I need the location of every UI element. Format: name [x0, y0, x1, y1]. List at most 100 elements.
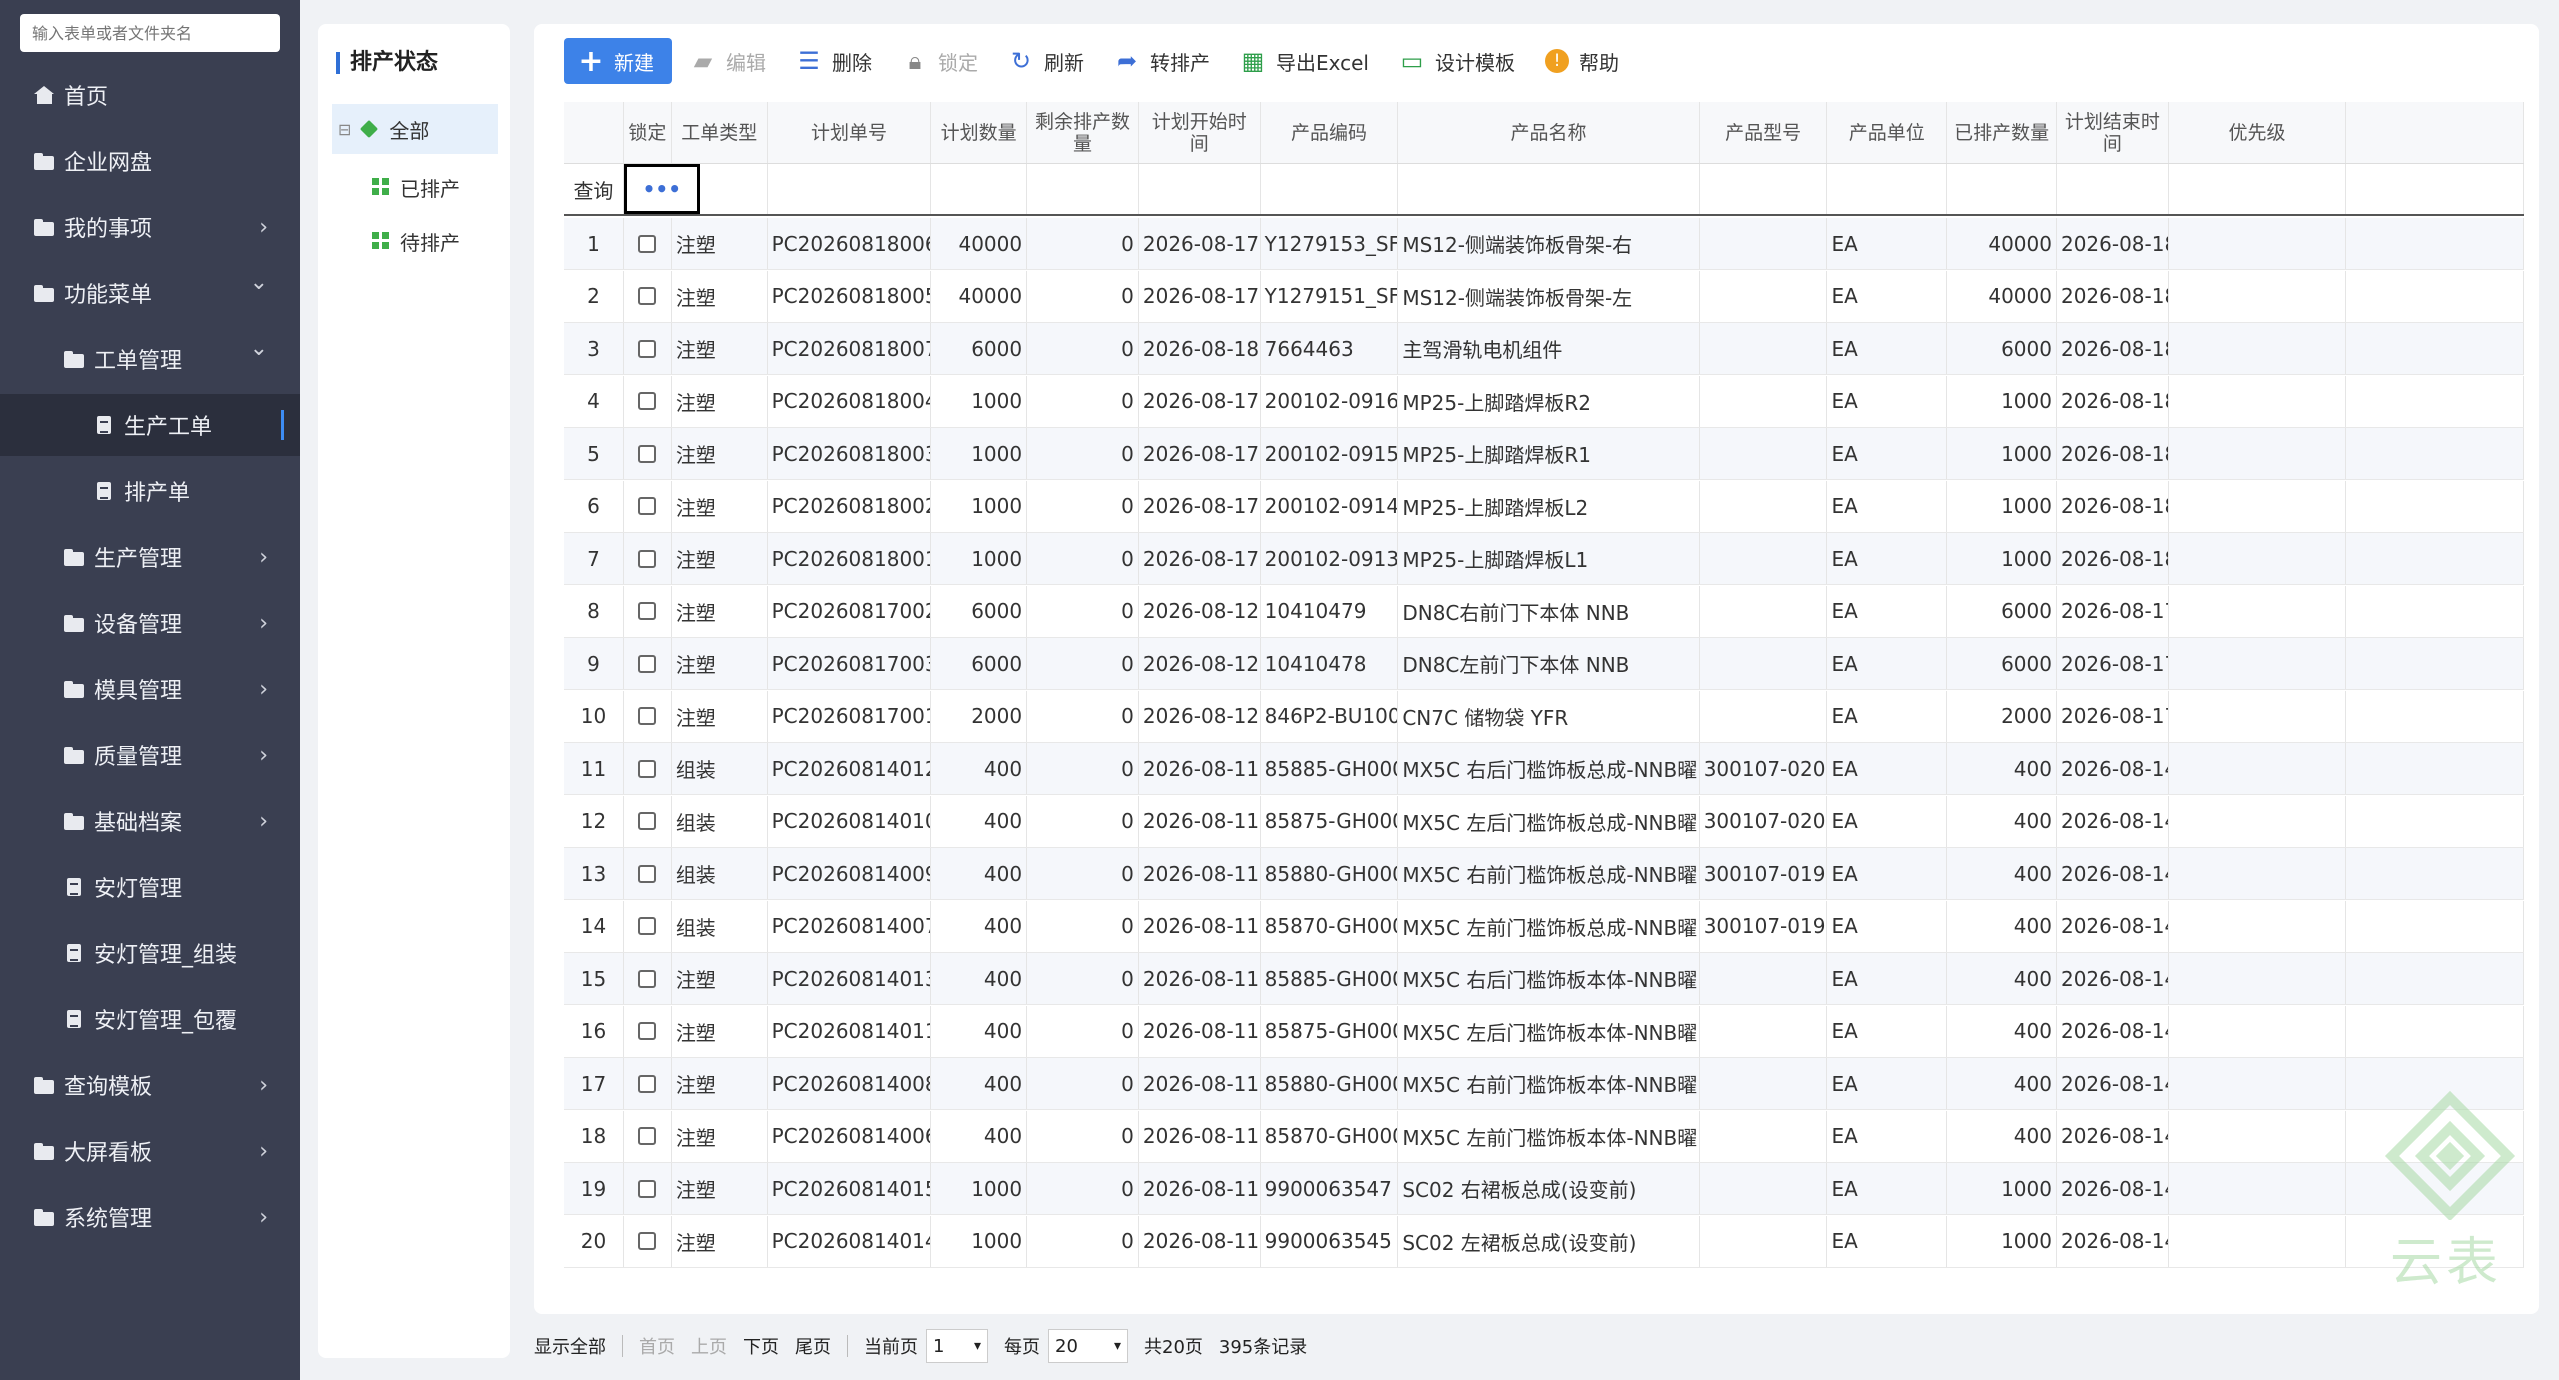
sidebar-item[interactable]: 安灯管理 [0, 856, 300, 918]
sidebar-search-input[interactable] [20, 14, 280, 52]
sidebar-item[interactable]: 设备管理 › [0, 592, 300, 654]
lock-checkbox[interactable] [638, 1022, 657, 1040]
refresh-button[interactable]: ↻ 刷新 [1008, 38, 1084, 84]
prev-page-link[interactable]: 上页 [691, 1333, 727, 1359]
lock-cell[interactable] [624, 585, 672, 637]
lock-button[interactable]: 🔒︎ 锁定 [902, 38, 978, 84]
lock-checkbox[interactable] [638, 707, 657, 725]
lock-cell[interactable] [624, 638, 672, 689]
lock-cell[interactable] [624, 1163, 672, 1214]
lock-checkbox[interactable] [638, 549, 657, 568]
query-filter-cell[interactable] [2057, 164, 2169, 214]
table-row[interactable]: 16 注塑 PC20260814011 400 0 2026-08-11 85875-GH0… [564, 1005, 2524, 1058]
query-filter-selector[interactable]: ••• [623, 164, 700, 214]
lock-cell[interactable] [624, 795, 672, 847]
lock-checkbox[interactable] [638, 1232, 657, 1250]
lock-cell[interactable] [624, 428, 672, 479]
edit-button[interactable]: ▰ 编辑 [690, 38, 766, 84]
table-row[interactable]: 18 注塑 PC20260814006 400 0 2026-08-11 85870-GH0… [564, 1110, 2524, 1163]
column-header[interactable]: 计划数量 [931, 102, 1028, 163]
query-filter-cell[interactable] [931, 164, 1028, 214]
table-row[interactable]: 13 组装 PC20260814009 400 0 2026-08-11 85880-GH0… [564, 848, 2524, 900]
export-excel-button[interactable]: ▦ 导出Excel [1240, 38, 1369, 84]
lock-checkbox[interactable] [638, 917, 657, 935]
table-row[interactable]: 1 注塑 PC20260818006 40000 0 2026-08-17 Y1279153… [564, 218, 2524, 270]
first-page-link[interactable]: 首页 [639, 1333, 675, 1359]
sidebar-item[interactable]: 工单管理 ⌄ [0, 328, 300, 390]
next-page-link[interactable]: 下页 [743, 1333, 779, 1359]
table-row[interactable]: 17 注塑 PC20260814008 400 0 2026-08-11 85880-GH0… [564, 1058, 2524, 1110]
lock-cell[interactable] [624, 323, 672, 374]
column-header[interactable]: 计划结束时间 [2057, 102, 2169, 163]
query-filter-cell[interactable] [2346, 164, 2524, 214]
sidebar-item[interactable]: 生产工单 [0, 394, 300, 456]
query-filter-cell[interactable] [1700, 164, 1828, 214]
sidebar-item[interactable]: 查询模板 › [0, 1054, 300, 1116]
collapse-icon[interactable]: ⊟ [338, 120, 351, 139]
lock-cell[interactable] [624, 690, 672, 742]
delete-button[interactable]: ☰ 删除 [796, 38, 872, 84]
sidebar-item[interactable]: 基础档案 › [0, 790, 300, 852]
tree-node-scheduled[interactable]: 已排产 [372, 162, 460, 212]
table-row[interactable]: 5 注塑 PC20260818003 1000 0 2026-08-17 200102-09… [564, 428, 2524, 480]
lock-cell[interactable] [624, 375, 672, 427]
help-button[interactable]: ! 帮助 [1544, 38, 1619, 84]
query-filter-cell[interactable] [2169, 164, 2347, 214]
table-row[interactable]: 7 注塑 PC20260818001 1000 0 2026-08-17 200102-09… [564, 533, 2524, 585]
lock-cell[interactable] [624, 848, 672, 899]
lock-checkbox[interactable] [638, 497, 657, 515]
sidebar-item[interactable]: 生产管理 › [0, 526, 300, 588]
query-filter-cell[interactable] [700, 164, 768, 214]
lock-checkbox[interactable] [638, 1074, 657, 1093]
table-row[interactable]: 20 注塑 PC20260814014 1000 0 2026-08-11 99000635… [564, 1215, 2524, 1268]
last-page-link[interactable]: 尾页 [795, 1333, 831, 1359]
sidebar-item[interactable]: 大屏看板 › [0, 1120, 300, 1182]
table-row[interactable]: 14 组装 PC20260814007 400 0 2026-08-11 85870-GH0… [564, 900, 2524, 953]
table-row[interactable]: 2 注塑 PC20260818005 40000 0 2026-08-17 Y1279151… [564, 270, 2524, 323]
lock-checkbox[interactable] [638, 339, 657, 358]
current-page-select[interactable]: 1 [926, 1329, 988, 1363]
lock-cell[interactable] [624, 218, 672, 269]
lock-checkbox[interactable] [638, 864, 657, 883]
query-filter-cell[interactable] [1261, 164, 1399, 214]
design-template-button[interactable]: ▭ 设计模板 [1399, 38, 1515, 84]
column-header[interactable]: 已排产数量 [1947, 102, 2057, 163]
column-header[interactable]: 计划单号 [768, 102, 932, 163]
query-filter-cell[interactable] [1947, 164, 2057, 214]
query-filter-cell[interactable] [1827, 164, 1948, 214]
lock-cell[interactable] [624, 953, 672, 1004]
show-all-link[interactable]: 显示全部 [534, 1333, 606, 1359]
column-header[interactable]: 产品名称 [1398, 102, 1700, 163]
tree-node-pending[interactable]: 待排产 [372, 216, 460, 266]
lock-checkbox[interactable] [638, 1127, 657, 1145]
sidebar-item[interactable]: 安灯管理_包覆 [0, 988, 300, 1050]
column-header[interactable]: 产品单位 [1827, 102, 1948, 163]
sidebar-item[interactable]: 安灯管理_组装 [0, 922, 300, 984]
column-header[interactable]: 优先级 [2169, 102, 2347, 163]
table-row[interactable]: 8 注塑 PC20260817002 6000 0 2026-08-12 10410479 D… [564, 585, 2524, 638]
sidebar-item[interactable]: 质量管理 › [0, 724, 300, 786]
query-filter-cell[interactable] [1139, 164, 1261, 214]
sidebar-item[interactable]: 企业网盘 [0, 130, 300, 192]
table-row[interactable]: 6 注塑 PC20260818002 1000 0 2026-08-17 200102-09… [564, 480, 2524, 533]
lock-cell[interactable] [624, 533, 672, 584]
lock-cell[interactable] [624, 480, 672, 532]
column-header[interactable]: 产品编码 [1261, 102, 1399, 163]
column-header[interactable]: 计划开始时间 [1139, 102, 1261, 163]
table-row[interactable]: 4 注塑 PC20260818004 1000 0 2026-08-17 200102-09… [564, 375, 2524, 428]
lock-cell[interactable] [624, 900, 672, 952]
lock-checkbox[interactable] [638, 969, 657, 988]
table-row[interactable]: 15 注塑 PC20260814013 400 0 2026-08-11 85885-GH0… [564, 953, 2524, 1005]
sidebar-item[interactable]: 首页 [0, 64, 300, 126]
new-button[interactable]: + 新建 [564, 38, 672, 84]
lock-cell[interactable] [624, 1058, 672, 1109]
table-row[interactable]: 10 注塑 PC20260817001 2000 0 2026-08-12 846P2-BU… [564, 690, 2524, 743]
sidebar-item[interactable]: 系统管理 › [0, 1186, 300, 1248]
per-page-select[interactable]: 20 [1048, 1329, 1128, 1363]
lock-cell[interactable] [624, 1215, 672, 1267]
table-row[interactable]: 19 注塑 PC20260814015 1000 0 2026-08-11 99000635… [564, 1163, 2524, 1215]
lock-checkbox[interactable] [638, 1179, 657, 1198]
table-row[interactable]: 12 组装 PC20260814010 400 0 2026-08-11 85875-GH0… [564, 795, 2524, 848]
column-header[interactable]: 剩余排产数量 [1027, 102, 1139, 163]
column-header[interactable]: 产品型号 [1700, 102, 1828, 163]
